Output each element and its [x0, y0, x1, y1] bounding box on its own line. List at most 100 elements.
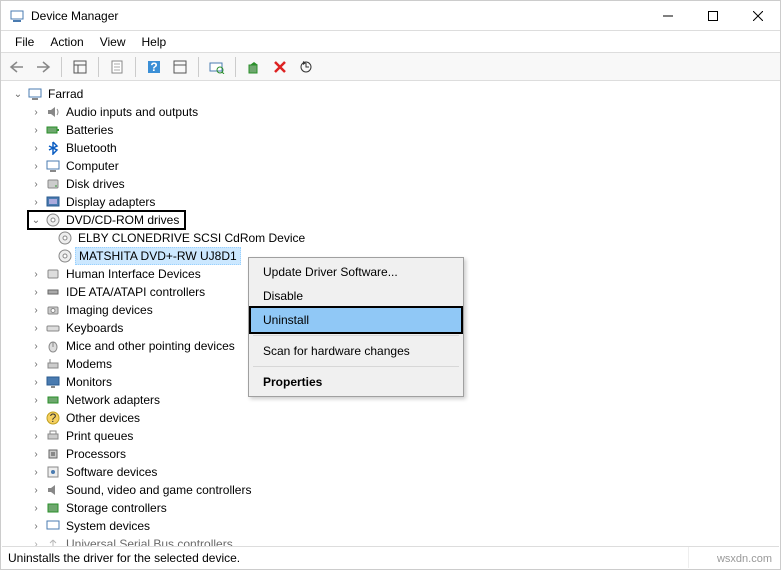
tree-label: Sound, video and game controllers [63, 482, 254, 498]
camera-icon [45, 302, 61, 318]
menu-file[interactable]: File [7, 33, 42, 51]
tree-label: Disk drives [63, 176, 128, 192]
tree-item-processors[interactable]: › Processors [11, 445, 780, 463]
chevron-right-icon[interactable]: › [29, 323, 43, 334]
show-hide-console-button[interactable] [68, 55, 92, 79]
close-button[interactable] [735, 1, 780, 30]
svg-text:?: ? [50, 411, 57, 425]
uninstall-device-button[interactable] [268, 55, 292, 79]
chevron-right-icon[interactable]: › [29, 377, 43, 388]
tree-label: Processors [63, 446, 129, 462]
status-text: Uninstalls the driver for the selected d… [8, 551, 240, 565]
enable-device-button[interactable] [242, 55, 266, 79]
cm-separator [253, 335, 459, 336]
cm-item-update-driver[interactable]: Update Driver Software... [251, 260, 461, 284]
tree-item-audio[interactable]: › Audio inputs and outputs [11, 103, 780, 121]
action-button[interactable] [168, 55, 192, 79]
minimize-button[interactable] [645, 1, 690, 30]
chevron-right-icon[interactable]: › [29, 395, 43, 406]
tree-item-print[interactable]: › Print queues [11, 427, 780, 445]
toolbar-separator [235, 57, 236, 77]
chevron-down-icon[interactable]: ⌄ [11, 89, 25, 100]
menu-action[interactable]: Action [42, 33, 91, 51]
chevron-right-icon[interactable]: › [29, 125, 43, 136]
tree-label: Imaging devices [63, 302, 156, 318]
bluetooth-icon [45, 140, 61, 156]
properties-button[interactable] [105, 55, 129, 79]
chevron-right-icon[interactable]: › [29, 431, 43, 442]
cm-item-uninstall[interactable]: Uninstall [251, 308, 461, 332]
cm-item-disable[interactable]: Disable [251, 284, 461, 308]
update-driver-button[interactable] [294, 55, 318, 79]
help-button[interactable]: ? [142, 55, 166, 79]
tree-item-computer[interactable]: › Computer [11, 157, 780, 175]
chevron-right-icon[interactable]: › [29, 341, 43, 352]
display-icon [45, 194, 61, 210]
tree-item-software[interactable]: › Software devices [11, 463, 780, 481]
status-separator [688, 547, 689, 568]
chevron-right-icon[interactable]: › [29, 179, 43, 190]
chevron-right-icon[interactable]: › [29, 449, 43, 460]
scan-hardware-button[interactable] [205, 55, 229, 79]
printer-icon [45, 428, 61, 444]
svg-text:?: ? [150, 60, 157, 74]
network-icon [45, 392, 61, 408]
question-icon: ? [45, 410, 61, 426]
back-button[interactable] [5, 55, 29, 79]
tree-item-dvd-child[interactable]: ELBY CLONEDRIVE SCSI CdRom Device [11, 229, 780, 247]
tree-item-usb[interactable]: › Universal Serial Bus controllers [11, 535, 780, 546]
tree-label: Monitors [63, 374, 115, 390]
chevron-right-icon[interactable]: › [29, 467, 43, 478]
tree-label: Human Interface Devices [63, 266, 204, 282]
tree-root[interactable]: ⌄ Farrad [11, 85, 780, 103]
cm-item-properties[interactable]: Properties [251, 370, 461, 394]
tree-item-display[interactable]: › Display adapters [11, 193, 780, 211]
statusbar: Uninstalls the driver for the selected d… [2, 546, 779, 568]
tree-label: MATSHITA DVD+-RW UJ8D1 [75, 247, 241, 265]
monitor-icon [45, 374, 61, 390]
computer-icon [45, 158, 61, 174]
chevron-right-icon[interactable]: › [29, 521, 43, 532]
tree-item-bluetooth[interactable]: › Bluetooth [11, 139, 780, 157]
tree-item-disk[interactable]: › Disk drives [11, 175, 780, 193]
chevron-right-icon[interactable]: › [29, 305, 43, 316]
tree-label: Batteries [63, 122, 116, 138]
tree-label: Bluetooth [63, 140, 120, 156]
tree-item-other[interactable]: › ? Other devices [11, 409, 780, 427]
chevron-right-icon[interactable]: › [29, 143, 43, 154]
forward-button[interactable] [31, 55, 55, 79]
chevron-right-icon[interactable]: › [29, 485, 43, 496]
software-icon [45, 464, 61, 480]
chevron-right-icon[interactable]: › [29, 107, 43, 118]
tree-item-sound[interactable]: › Sound, video and game controllers [11, 481, 780, 499]
menu-help[interactable]: Help [134, 33, 175, 51]
chevron-right-icon[interactable]: › [29, 287, 43, 298]
chevron-right-icon[interactable]: › [29, 503, 43, 514]
computer-icon [27, 86, 43, 102]
modem-icon [45, 356, 61, 372]
tree-label: Network adapters [63, 392, 163, 408]
chevron-right-icon[interactable]: › [29, 413, 43, 424]
tree-item-system[interactable]: › System devices [11, 517, 780, 535]
chevron-right-icon[interactable]: › [29, 161, 43, 172]
chevron-down-icon[interactable]: ⌄ [29, 215, 43, 226]
toolbar: ? [1, 53, 780, 81]
tree-item-storage[interactable]: › Storage controllers [11, 499, 780, 517]
tree-label: Audio inputs and outputs [63, 104, 201, 120]
chevron-right-icon[interactable]: › [29, 359, 43, 370]
ide-icon [45, 284, 61, 300]
chevron-right-icon[interactable]: › [29, 269, 43, 280]
maximize-button[interactable] [690, 1, 735, 30]
tree-label: Software devices [63, 464, 160, 480]
tree-item-dvd[interactable]: ⌄ DVD/CD-ROM drives [11, 211, 780, 229]
speaker-icon [45, 104, 61, 120]
disk-icon [45, 176, 61, 192]
keyboard-icon [45, 320, 61, 336]
chevron-right-icon[interactable]: › [29, 197, 43, 208]
tree-item-batteries[interactable]: › Batteries [11, 121, 780, 139]
menu-view[interactable]: View [92, 33, 134, 51]
chevron-right-icon[interactable]: › [29, 539, 43, 547]
tree-label: Modems [63, 356, 115, 372]
toolbar-separator [198, 57, 199, 77]
cm-item-scan[interactable]: Scan for hardware changes [251, 339, 461, 363]
